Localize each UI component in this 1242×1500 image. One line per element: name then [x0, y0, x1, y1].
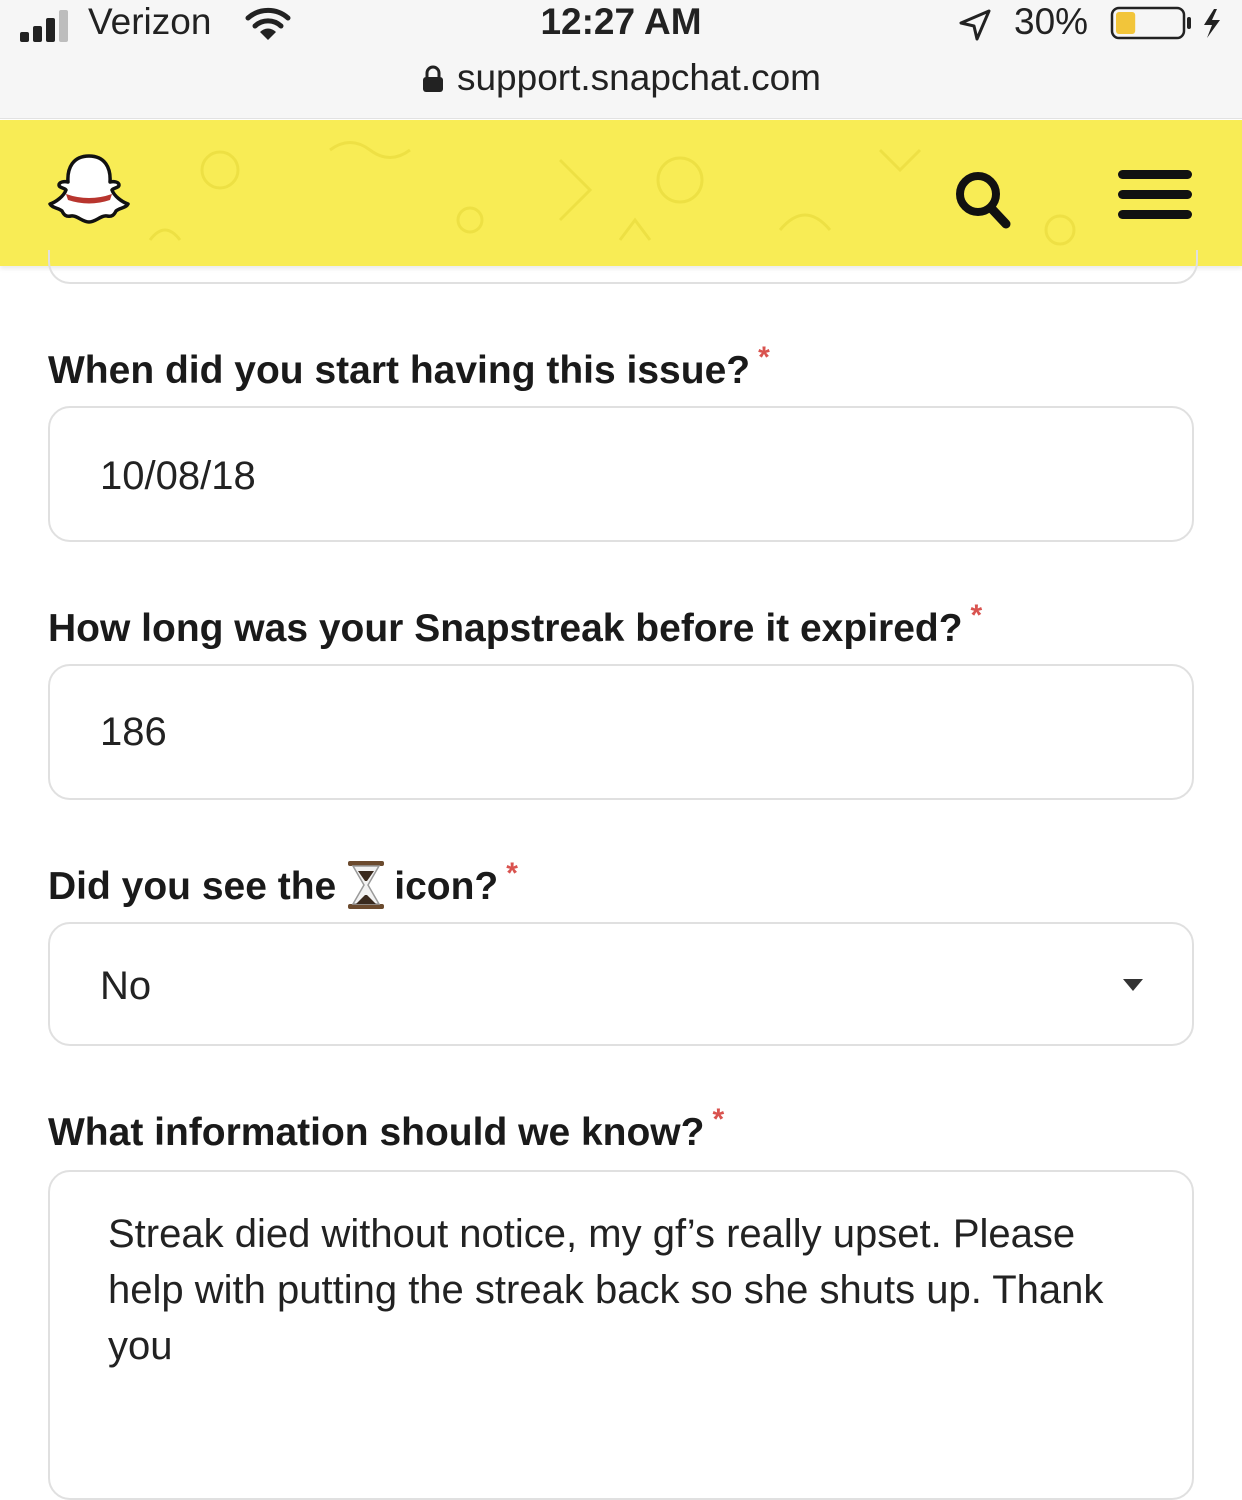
address-bar[interactable]: support.snapchat.com	[0, 56, 1242, 100]
question-text: What information should we know?	[48, 1111, 705, 1154]
battery-percent: 30%	[1014, 1, 1089, 42]
snapchat-ghost-icon[interactable]	[44, 150, 134, 234]
required-asterisk: *	[758, 341, 770, 374]
previous-field-edge	[48, 250, 1198, 284]
header-doodle-pattern	[148, 141, 1076, 246]
location-arrow-icon	[959, 9, 991, 41]
ios-status-bar: Verizon 12:27 AM 30% support.snapchat.co…	[0, 0, 1242, 119]
question-hourglass-label: Did you see the icon? *	[48, 850, 518, 911]
question-info-label: What information should we know? *	[48, 1096, 724, 1157]
hourglass-icon	[348, 861, 385, 909]
question-text: How long was your Snapstreak before it e…	[48, 607, 963, 650]
streak-length-value: 186	[100, 710, 167, 754]
question-text: When did you start having this issue?	[48, 349, 751, 392]
streak-length-input[interactable]: 186	[48, 664, 1194, 800]
hourglass-select[interactable]: No	[48, 922, 1194, 1046]
additional-info-textarea[interactable]: Streak died without notice, my gf’s real…	[48, 1170, 1194, 1500]
question-streak-length-label: How long was your Snapstreak before it e…	[48, 592, 982, 653]
required-asterisk: *	[506, 857, 518, 890]
required-asterisk: *	[970, 599, 983, 632]
hamburger-menu-icon[interactable]	[1112, 160, 1198, 230]
hourglass-selected-value: No	[100, 964, 152, 1008]
lock-icon	[422, 65, 443, 92]
question-start-date-label: When did you start having this issue? *	[48, 334, 770, 395]
page-url: support.snapchat.com	[456, 57, 822, 98]
additional-info-value: Streak died without notice, my gf’s real…	[108, 1212, 1104, 1368]
question-text: Did you see the	[48, 865, 337, 908]
search-icon[interactable]	[944, 160, 1024, 240]
start-date-value: 10/08/18	[100, 454, 256, 498]
battery-charging-icon	[1110, 6, 1220, 40]
question-text-suffix: icon?	[394, 865, 499, 908]
chevron-down-icon	[1123, 979, 1143, 991]
required-asterisk: *	[712, 1103, 725, 1136]
site-header	[0, 120, 1242, 266]
start-date-input[interactable]: 10/08/18	[48, 406, 1194, 542]
